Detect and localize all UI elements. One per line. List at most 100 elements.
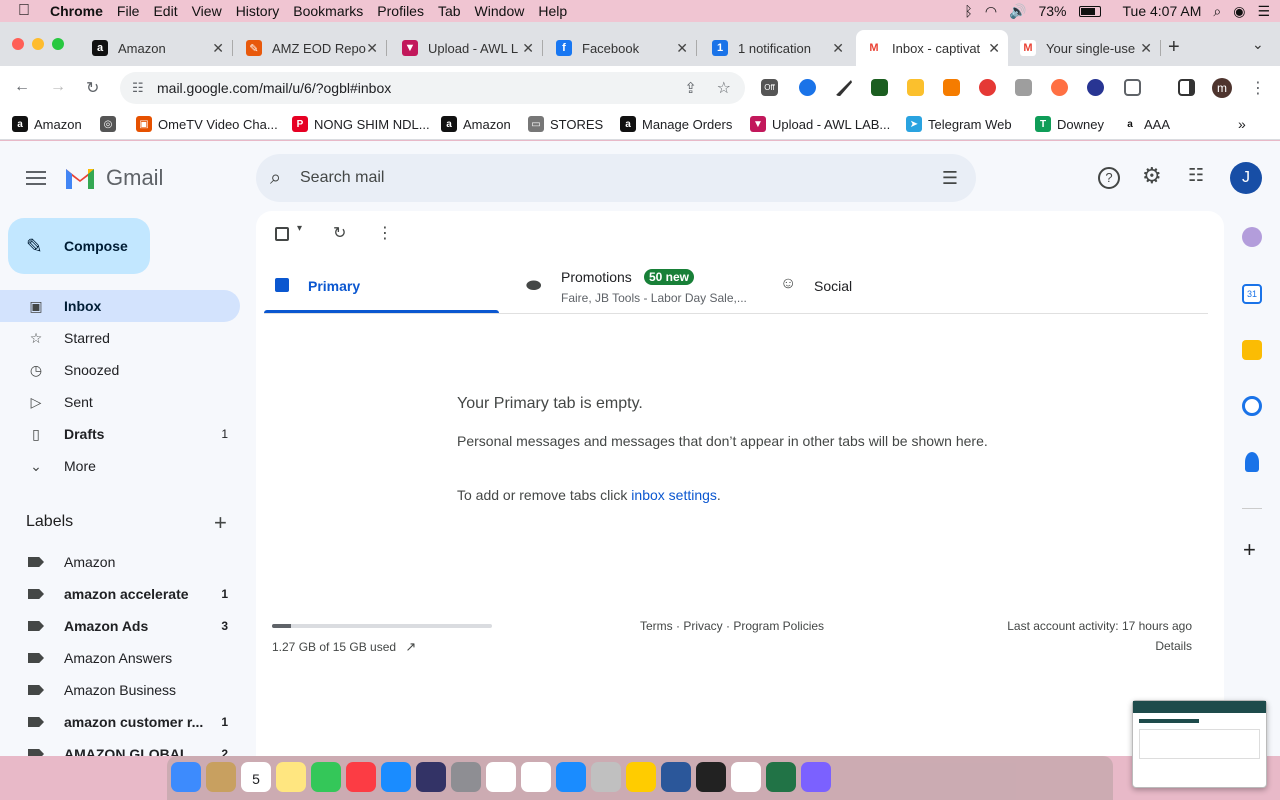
forward-icon[interactable]: → xyxy=(50,78,66,96)
search-options-icon[interactable]: ☰ xyxy=(942,168,958,189)
app-menu[interactable]: Chrome xyxy=(50,3,103,19)
label-item[interactable]: Amazon xyxy=(0,546,240,578)
browser-tab[interactable]: a Amazon ✕ xyxy=(82,30,233,66)
bookmark-star-icon[interactable]: ☆ xyxy=(717,78,731,98)
footer-links[interactable]: Terms · Privacy · Program Policies xyxy=(640,619,824,633)
bookmark-item[interactable]: ▣ OmeTV Video Cha... xyxy=(136,116,278,132)
siri-dock-icon[interactable] xyxy=(416,762,446,792)
browser-tab[interactable]: f Facebook ✕ xyxy=(546,30,697,66)
tab-search-icon[interactable]: ⌄ xyxy=(1252,36,1264,53)
siri-icon[interactable]: ◉ xyxy=(1233,3,1245,20)
extension-pen-icon[interactable] xyxy=(835,79,852,96)
extension-blue-icon[interactable] xyxy=(799,79,816,96)
chrome-dock-icon[interactable] xyxy=(486,762,516,792)
search-input[interactable]: Search mail xyxy=(300,169,384,187)
safari-dock-icon[interactable] xyxy=(556,762,586,792)
label-item[interactable]: Amazon Answers xyxy=(0,642,240,674)
tab-primary[interactable]: Primary xyxy=(264,263,499,313)
account-avatar[interactable]: J xyxy=(1230,162,1262,194)
launchpad-dock-icon[interactable] xyxy=(591,762,621,792)
photos-dock-icon[interactable] xyxy=(626,762,656,792)
stickies-dock-icon[interactable] xyxy=(276,762,306,792)
close-tab-icon[interactable]: ✕ xyxy=(988,40,1000,57)
zoom-window-button[interactable] xyxy=(52,38,64,50)
calendar-dock-icon[interactable]: 5 xyxy=(241,762,271,792)
extension-f-icon[interactable] xyxy=(1087,79,1104,96)
keep-icon[interactable] xyxy=(1242,340,1262,360)
nav-item-drafts[interactable]: ▯ Drafts 1 xyxy=(0,418,240,450)
url-text[interactable]: mail.google.com/mail/u/6/?ogbl#inbox xyxy=(157,80,391,96)
menu-file[interactable]: File xyxy=(117,3,140,19)
menu-help[interactable]: Help xyxy=(538,3,567,19)
gmail-brand[interactable]: Gmail xyxy=(106,165,163,191)
activity-details-link[interactable]: Details xyxy=(1155,639,1192,653)
extension-fire-icon[interactable] xyxy=(979,79,996,96)
facetime-dock-icon[interactable] xyxy=(311,762,341,792)
tasks-icon[interactable] xyxy=(1242,396,1262,416)
activity-monitor-dock-icon[interactable] xyxy=(731,762,761,792)
search-icon[interactable]: ⌕ xyxy=(270,167,281,190)
label-item[interactable]: AMAZON GLOBAL 2 xyxy=(0,738,240,756)
extension-circle-icon[interactable] xyxy=(1051,79,1068,96)
extension-cube-icon[interactable] xyxy=(1015,79,1032,96)
bookmark-item[interactable]: a Amazon xyxy=(12,116,82,132)
side-panel-icon[interactable] xyxy=(1178,79,1195,96)
extension-rs-icon[interactable] xyxy=(871,79,888,96)
bookmarks-overflow-icon[interactable]: » xyxy=(1238,116,1246,132)
browser-tab[interactable]: 1 1 notification ✕ xyxy=(702,30,852,66)
wifi-icon[interactable]: ◠ xyxy=(985,3,997,20)
chrome-menu-icon[interactable]: ⋮ xyxy=(1250,78,1266,98)
browser-tab[interactable]: M Your single-use ✕ xyxy=(1010,30,1161,66)
close-tab-icon[interactable]: ✕ xyxy=(1140,40,1152,57)
menu-view[interactable]: View xyxy=(192,3,222,19)
extension-off-icon[interactable]: Off xyxy=(761,79,778,96)
bluetooth-icon[interactable]: ᛒ xyxy=(964,3,972,19)
new-tab-button[interactable]: + xyxy=(1168,36,1180,59)
menu-profiles[interactable]: Profiles xyxy=(377,3,424,19)
music-dock-icon[interactable] xyxy=(346,762,376,792)
notes-dock-icon[interactable] xyxy=(206,762,236,792)
close-tab-icon[interactable]: ✕ xyxy=(832,40,844,57)
apple-icon[interactable]:  xyxy=(18,2,30,20)
address-bar[interactable]: ☷ mail.google.com/mail/u/6/?ogbl#inbox ⇪… xyxy=(120,72,745,104)
nav-item-inbox[interactable]: ▣ Inbox xyxy=(0,290,240,322)
label-item[interactable]: Amazon Business xyxy=(0,674,240,706)
close-tab-icon[interactable]: ✕ xyxy=(212,40,224,57)
spotlight-icon[interactable]: ⌕ xyxy=(1213,3,1221,20)
bookmark-item[interactable]: a Manage Orders xyxy=(620,116,732,132)
compose-button[interactable]: ✎ Compose xyxy=(8,218,150,274)
settings-gear-icon[interactable]: ⚙ xyxy=(1142,163,1162,189)
open-in-new-icon[interactable]: ↗ xyxy=(405,639,416,654)
label-item[interactable]: amazon customer r... 1 xyxy=(0,706,240,738)
share-icon[interactable]: ⇪ xyxy=(684,79,697,97)
search-bar[interactable]: ⌕ Search mail ☰ xyxy=(256,154,976,202)
calendar-icon[interactable]: 31 xyxy=(1242,284,1262,304)
bookmark-item[interactable]: a Amazon xyxy=(441,116,511,132)
volume-icon[interactable]: 🔊 xyxy=(1009,3,1026,20)
site-info-icon[interactable]: ☷ xyxy=(132,80,144,96)
profile-avatar[interactable]: m xyxy=(1212,78,1232,98)
tab-promotions[interactable]: ⬬ Promotions 50 new Faire, JB Tools - La… xyxy=(518,263,768,313)
bookmark-item[interactable]: ◎ xyxy=(100,116,122,132)
add-addon-icon[interactable]: + xyxy=(1243,537,1256,563)
bookmark-item[interactable]: ▼ Upload - AWL LAB... xyxy=(750,116,890,132)
close-tab-icon[interactable]: ✕ xyxy=(366,40,378,57)
apps-grid-icon[interactable]: ☷ xyxy=(1188,165,1204,186)
bookmark-item[interactable]: T Downey xyxy=(1035,116,1104,132)
contacts-icon[interactable] xyxy=(1245,452,1259,472)
bookmark-item[interactable]: P NONG SHIM NDL... xyxy=(292,116,430,132)
close-window-button[interactable] xyxy=(12,38,24,50)
bookmark-item[interactable]: ▭ STORES xyxy=(528,116,603,132)
battery-percent[interactable]: 73% xyxy=(1038,3,1066,19)
finder-dock-icon[interactable] xyxy=(171,762,201,792)
control-center-icon[interactable]: ☰ xyxy=(1257,3,1270,20)
nav-item-sent[interactable]: ▷ Sent xyxy=(0,386,240,418)
messenger-dock-icon[interactable] xyxy=(801,762,831,792)
close-tab-icon[interactable]: ✕ xyxy=(522,40,534,57)
bookmark-item[interactable]: a AAA xyxy=(1122,116,1170,132)
system-prefs-dock-icon[interactable] xyxy=(451,762,481,792)
minimize-window-button[interactable] xyxy=(32,38,44,50)
nav-item-snoozed[interactable]: ◷ Snoozed xyxy=(0,354,240,386)
refresh-icon[interactable]: ↻ xyxy=(333,223,346,243)
extension-account-icon[interactable] xyxy=(907,79,924,96)
